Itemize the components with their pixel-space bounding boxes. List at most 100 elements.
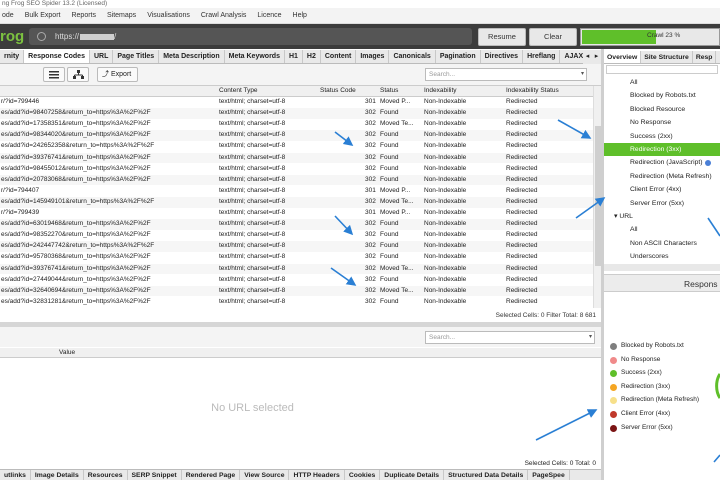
table-row[interactable]: es/add?id=32831281&return_to=https%3A%2F…: [0, 297, 593, 308]
table-row[interactable]: es/add?id=242447742&return_to=https%3A%2…: [0, 241, 593, 253]
url-input[interactable]: https:// /: [29, 28, 472, 45]
tab-site-structure[interactable]: Site Structure: [641, 51, 693, 63]
table-row[interactable]: es/add?id=98352270&return_to=https%3A%2F…: [0, 230, 593, 241]
chevron-right-icon[interactable]: ▸: [592, 50, 601, 64]
tab-cookies[interactable]: Cookies: [345, 470, 381, 480]
clear-button[interactable]: Clear: [529, 28, 577, 46]
tree-view-button[interactable]: [67, 67, 89, 82]
table-row[interactable]: es/add?id=39376741&return_to=https%3A%2F…: [0, 263, 593, 275]
menu-item[interactable]: Licence: [257, 12, 281, 19]
column-header[interactable]: Status: [380, 87, 398, 94]
table-cell: Found: [380, 142, 399, 150]
table-row[interactable]: es/add?id=17358351&return_to=https%3A%2F…: [0, 119, 593, 130]
table-row[interactable]: r/?id=799439 text/html; charset=utf-8 301 M…: [0, 208, 593, 219]
tab-rnity[interactable]: rnity: [0, 50, 25, 63]
tab-h1[interactable]: H1: [285, 50, 303, 63]
overview-item[interactable]: Redirection (3xx): [604, 143, 720, 157]
overview-item[interactable]: Server Error (5xx): [604, 197, 720, 210]
tab-image-details[interactable]: Image Details: [31, 470, 84, 480]
tab-resources[interactable]: Resources: [84, 470, 128, 480]
overview-item[interactable]: Blocked by Robots.txt: [604, 89, 720, 102]
dropdown-arrow-icon[interactable]: ▾: [589, 332, 592, 343]
overview-item[interactable]: ▾ URL: [604, 210, 720, 223]
tab-directives[interactable]: Directives: [481, 50, 524, 63]
menu-item[interactable]: Reports: [71, 12, 96, 19]
table-row[interactable]: es/add?id=63019468&return_to=https%3A%2F…: [0, 219, 593, 230]
details-search-input[interactable]: Search... ▾: [425, 331, 595, 344]
table-row[interactable]: es/add?id=20783068&return_to=https%3A%2F…: [0, 174, 593, 186]
overview-search-input[interactable]: [606, 65, 718, 74]
overview-item[interactable]: All: [604, 76, 720, 89]
menu-item[interactable]: Bulk Export: [25, 12, 61, 19]
tab-meta-keywords[interactable]: Meta Keywords: [225, 50, 285, 63]
overview-item[interactable]: Non ASCII Characters: [604, 237, 720, 250]
table-row[interactable]: es/add?id=98407258&return_to=https%3A%2F…: [0, 108, 593, 119]
grid-header: Content Type Status Code Status Indexabi…: [0, 86, 601, 97]
info-icon[interactable]: [704, 159, 711, 166]
column-header[interactable]: Indexability Status: [506, 87, 559, 94]
right-tab-bar: Overview Site Structure Resp: [604, 51, 720, 64]
overview-item[interactable]: Redirection (Meta Refresh): [604, 170, 720, 183]
table-row[interactable]: es/add?id=98344020&return_to=https%3A%2F…: [0, 130, 593, 142]
column-header[interactable]: Indexability: [424, 87, 457, 94]
overview-item[interactable]: Redirection (JavaScript): [604, 156, 720, 169]
table-row[interactable]: es/add?id=145949101&return_to=https%3A%2…: [0, 196, 593, 208]
menu-item[interactable]: ode: [2, 12, 14, 19]
menu-item[interactable]: Visualisations: [147, 12, 190, 19]
tab-overview[interactable]: Overview: [604, 51, 642, 63]
overview-horizontal-scrollbar[interactable]: [604, 264, 720, 271]
tab-content[interactable]: Content: [321, 50, 357, 63]
tab-pagespee[interactable]: PageSpee: [528, 470, 570, 480]
overview-item[interactable]: Blocked Resource: [604, 103, 720, 116]
table-row[interactable]: es/add?id=242652358&return_to=https%3A%2…: [0, 141, 593, 152]
tab-response-codes[interactable]: Response Codes: [24, 50, 90, 63]
table-cell: text/html; charset=utf-8: [219, 131, 286, 139]
tab-canonicals[interactable]: Canonicals: [389, 50, 436, 63]
tab-view-source[interactable]: View Source: [240, 470, 290, 480]
tab-structured-data-details[interactable]: Structured Data Details: [444, 470, 529, 480]
tab-serp-snippet[interactable]: SERP Snippet: [128, 470, 182, 480]
chevron-left-icon[interactable]: ◂: [583, 50, 592, 64]
menu-item[interactable]: Sitemaps: [107, 12, 136, 19]
tab-http-headers[interactable]: HTTP Headers: [289, 470, 345, 480]
table-row[interactable]: r/?id=794407 text/html; charset=utf-8 301 M…: [0, 186, 593, 197]
overview-item[interactable]: Underscores: [604, 250, 720, 263]
overview-item[interactable]: Success (2xx): [604, 130, 720, 143]
tab-page-titles[interactable]: Page Titles: [113, 50, 160, 63]
menu-item[interactable]: Help: [293, 12, 307, 19]
list-view-button[interactable]: [43, 67, 65, 82]
tab-utlinks[interactable]: utlinks: [0, 470, 31, 480]
tab-images[interactable]: Images: [356, 50, 390, 63]
tab-duplicate-details[interactable]: Duplicate Details: [380, 470, 445, 480]
table-row[interactable]: r/?id=799446 text/html; charset=utf-8 301 M…: [0, 97, 593, 108]
grid-scrollbar[interactable]: [593, 86, 601, 308]
grid-search-input[interactable]: Search... ▾: [425, 68, 587, 81]
table-row[interactable]: es/add?id=39376741&return_to=https%3A%2F…: [0, 152, 593, 164]
table-cell: Non-Indexable: [424, 153, 467, 161]
table-row[interactable]: es/add?id=95780368&return_to=https%3A%2F…: [0, 252, 593, 263]
dropdown-arrow-icon[interactable]: ▾: [581, 69, 584, 80]
column-header[interactable]: Content Type: [219, 87, 258, 94]
export-button[interactable]: ⤴ Export: [97, 67, 138, 82]
tab-hreflang[interactable]: Hreflang: [523, 50, 561, 63]
table-cell: 301: [365, 209, 376, 216]
tab-meta-description[interactable]: Meta Description: [159, 50, 225, 63]
overview-item[interactable]: No Response: [604, 116, 720, 129]
menu-item[interactable]: Crawl Analysis: [201, 12, 247, 19]
search-placeholder: Search...: [429, 71, 456, 78]
table-row[interactable]: es/add?id=32640694&return_to=https%3A%2F…: [0, 285, 593, 297]
table-row[interactable]: es/add?id=27449044&return_to=https%3A%2F…: [0, 275, 593, 286]
tab-resp[interactable]: Resp: [693, 51, 717, 63]
search-placeholder: Search...: [429, 334, 456, 341]
tab-h2[interactable]: H2: [303, 50, 321, 63]
table-row[interactable]: es/add?id=98455012&return_to=https%3A%2F…: [0, 164, 593, 175]
table-cell: text/html; charset=utf-8: [219, 286, 286, 294]
tab-url[interactable]: URL: [90, 50, 114, 63]
column-header[interactable]: Status Code: [320, 87, 356, 94]
overview-item[interactable]: Client Error (4xx): [604, 183, 720, 196]
column-header[interactable]: Value: [59, 349, 75, 356]
overview-item[interactable]: All: [604, 223, 720, 236]
tab-pagination[interactable]: Pagination: [436, 50, 481, 63]
tab-rendered-page[interactable]: Rendered Page: [182, 470, 241, 480]
resume-button[interactable]: Resume: [478, 28, 526, 46]
